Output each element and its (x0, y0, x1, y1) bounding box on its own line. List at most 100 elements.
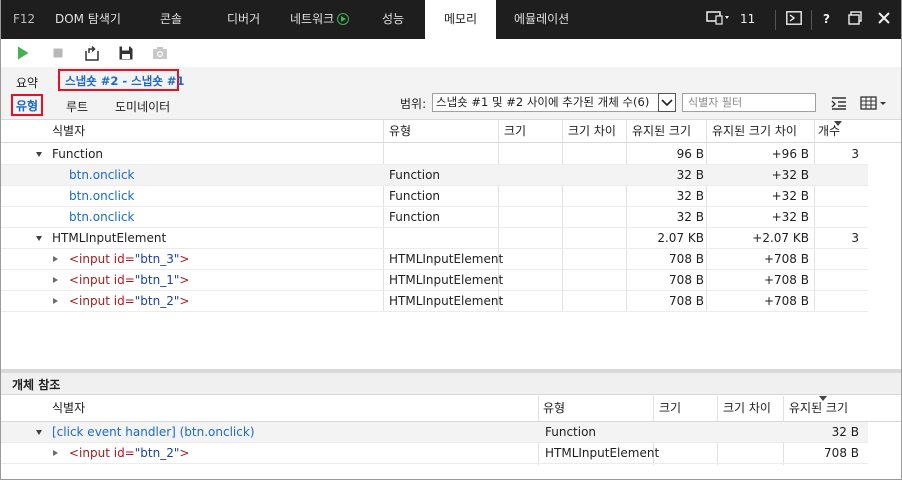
reference-row[interactable]: <input id="btn_2"> HTMLInputElement 708 … (0, 443, 868, 464)
help-button[interactable]: ? (823, 0, 830, 39)
ref-identifier: <input id="btn_2"> (69, 446, 190, 460)
f12-label: F12 (13, 12, 36, 26)
tab-memory[interactable]: 메모리 (425, 0, 496, 39)
scope-label: 범위: (400, 97, 427, 111)
row-retained-size-diff: +708 B (763, 294, 809, 308)
table-row[interactable]: btn.onclick Function 32 B +32 B (0, 165, 868, 186)
expand-icon[interactable] (53, 443, 58, 464)
close-button[interactable] (878, 0, 890, 39)
row-type: Function (389, 189, 441, 203)
reference-row[interactable]: [click event handler] (btn.onclick) Func… (0, 422, 868, 443)
restore-window-icon (848, 11, 862, 25)
camera-icon[interactable] (152, 45, 168, 61)
identifier-filter-input[interactable]: 식별자 필터 (682, 93, 816, 112)
row-retained-size-diff: +32 B (771, 168, 809, 182)
row-count: 3 (851, 231, 859, 245)
table-row[interactable]: <input id="btn_2"> HTMLInputElement 708 … (0, 291, 868, 312)
table-row[interactable]: <input id="btn_1"> HTMLInputElement 708 … (0, 270, 868, 291)
ref-retained-size: 32 B (831, 425, 859, 439)
save-icon[interactable] (118, 45, 134, 61)
close-icon (878, 12, 890, 24)
divider (775, 10, 776, 30)
row-retained-size: 32 B (676, 189, 704, 203)
console-toggle[interactable] (786, 0, 802, 39)
column-size-diff[interactable]: 크기 차이 (568, 120, 616, 143)
column-retained-size-diff[interactable]: 유지된 크기 차이 (712, 120, 797, 143)
expand-icon[interactable] (53, 291, 58, 312)
monitor-icon (706, 11, 729, 25)
ref-identifier[interactable]: [click event handler] (btn.onclick) (52, 422, 255, 443)
console-icon (786, 11, 802, 25)
table-row[interactable]: btn.onclick Function 32 B +32 B (0, 186, 868, 207)
ref-retained-size: 708 B (824, 446, 859, 460)
error-count[interactable]: 11 (740, 0, 755, 39)
row-retained-size: 32 B (676, 168, 704, 182)
stop-icon[interactable] (50, 45, 66, 61)
row-retained-size-diff: +32 B (771, 210, 809, 224)
undock-button[interactable] (848, 0, 862, 39)
column-settings-icon[interactable] (860, 95, 888, 111)
ref-type: Function (545, 425, 597, 439)
scope-select-value: 스냅숏 #1 및 #2 사이에 추가된 개체 수(6) (436, 95, 650, 109)
types-grid-header: 식별자 유형 크기 크기 차이 유지된 크기 유지된 크기 차이 개수 (0, 119, 902, 143)
object-references-title: 개체 참조 (12, 378, 61, 392)
tab-console[interactable]: 콘솔 (160, 0, 182, 39)
table-row[interactable]: HTMLInputElement 2.07 KB +2.07 KB 3 (0, 228, 868, 249)
row-type: HTMLInputElement (389, 252, 504, 266)
row-retained-size-diff: +96 B (771, 147, 809, 161)
row-type: Function (389, 210, 441, 224)
fold-objects-icon[interactable] (830, 95, 848, 111)
scope-select[interactable]: 스냅숏 #1 및 #2 사이에 추가된 개체 수(6) (432, 93, 676, 112)
ref-column-size-diff[interactable]: 크기 차이 (723, 397, 771, 420)
ref-column-identifier[interactable]: 식별자 (52, 397, 85, 420)
sort-desc-icon (834, 121, 842, 126)
row-identifier[interactable]: btn.onclick (69, 165, 135, 186)
start-profiling-icon[interactable] (15, 45, 31, 61)
column-type[interactable]: 유형 (389, 120, 411, 143)
tab-network[interactable]: 네트워크 (290, 0, 350, 39)
scope-dropdown-button[interactable] (658, 93, 676, 112)
summary-link[interactable]: 요약 (16, 74, 38, 91)
tab-network-label: 네트워크 (290, 12, 335, 26)
row-retained-size-diff: +708 B (763, 273, 809, 287)
column-identifier[interactable]: 식별자 (52, 120, 85, 143)
row-identifier[interactable]: btn.onclick (69, 186, 135, 207)
expand-icon[interactable] (53, 249, 58, 270)
collapse-icon[interactable] (36, 422, 42, 443)
row-retained-size: 708 B (669, 252, 704, 266)
view-tab-types[interactable]: 유형 (16, 97, 38, 114)
row-identifier[interactable]: btn.onclick (69, 207, 135, 228)
expand-icon[interactable] (53, 270, 58, 291)
ref-column-type[interactable]: 유형 (543, 397, 565, 420)
row-retained-size: 708 B (669, 294, 704, 308)
collapse-icon[interactable] (36, 228, 42, 249)
table-row[interactable]: btn.onclick Function 32 B +32 B (0, 207, 868, 228)
devtools-tab-bar: F12 DOM 탐색기 콘솔 디버거 네트워크 성능 메모리 에뮬레이션 11 … (0, 0, 902, 39)
view-tab-dominators[interactable]: 도미네이터 (115, 98, 170, 115)
row-retained-size: 708 B (669, 273, 704, 287)
column-retained-size[interactable]: 유지된 크기 (632, 120, 691, 143)
snapshot-compare-title[interactable]: 스냅숏 #2 - 스냅숏 #1 (65, 73, 185, 89)
target-selector[interactable] (706, 0, 730, 39)
column-size[interactable]: 크기 (504, 120, 526, 143)
row-retained-size-diff: +32 B (771, 189, 809, 203)
tab-emulation[interactable]: 에뮬레이션 (514, 0, 569, 39)
row-count: 3 (851, 147, 859, 161)
row-retained-size: 32 B (676, 210, 704, 224)
ref-column-size[interactable]: 크기 (659, 397, 681, 420)
view-tab-roots[interactable]: 루트 (66, 98, 88, 115)
tab-debugger[interactable]: 디버거 (227, 0, 260, 39)
row-retained-size: 96 B (676, 147, 704, 161)
table-row[interactable]: Function 96 B +96 B 3 (0, 144, 868, 165)
tab-performance[interactable]: 성능 (382, 0, 404, 39)
collapse-icon[interactable] (36, 144, 42, 165)
row-identifier: Function (52, 147, 104, 161)
row-identifier: <input id="btn_1"> (69, 273, 190, 287)
row-retained-size-diff: +708 B (763, 252, 809, 266)
row-retained-size: 2.07 KB (657, 231, 704, 245)
table-row[interactable]: <input id="btn_3"> HTMLInputElement 708 … (0, 249, 868, 270)
ref-type: HTMLInputElement (545, 446, 660, 460)
tab-dom-explorer[interactable]: DOM 탐색기 (55, 0, 121, 39)
row-type: HTMLInputElement (389, 294, 504, 308)
import-icon[interactable] (84, 45, 100, 61)
